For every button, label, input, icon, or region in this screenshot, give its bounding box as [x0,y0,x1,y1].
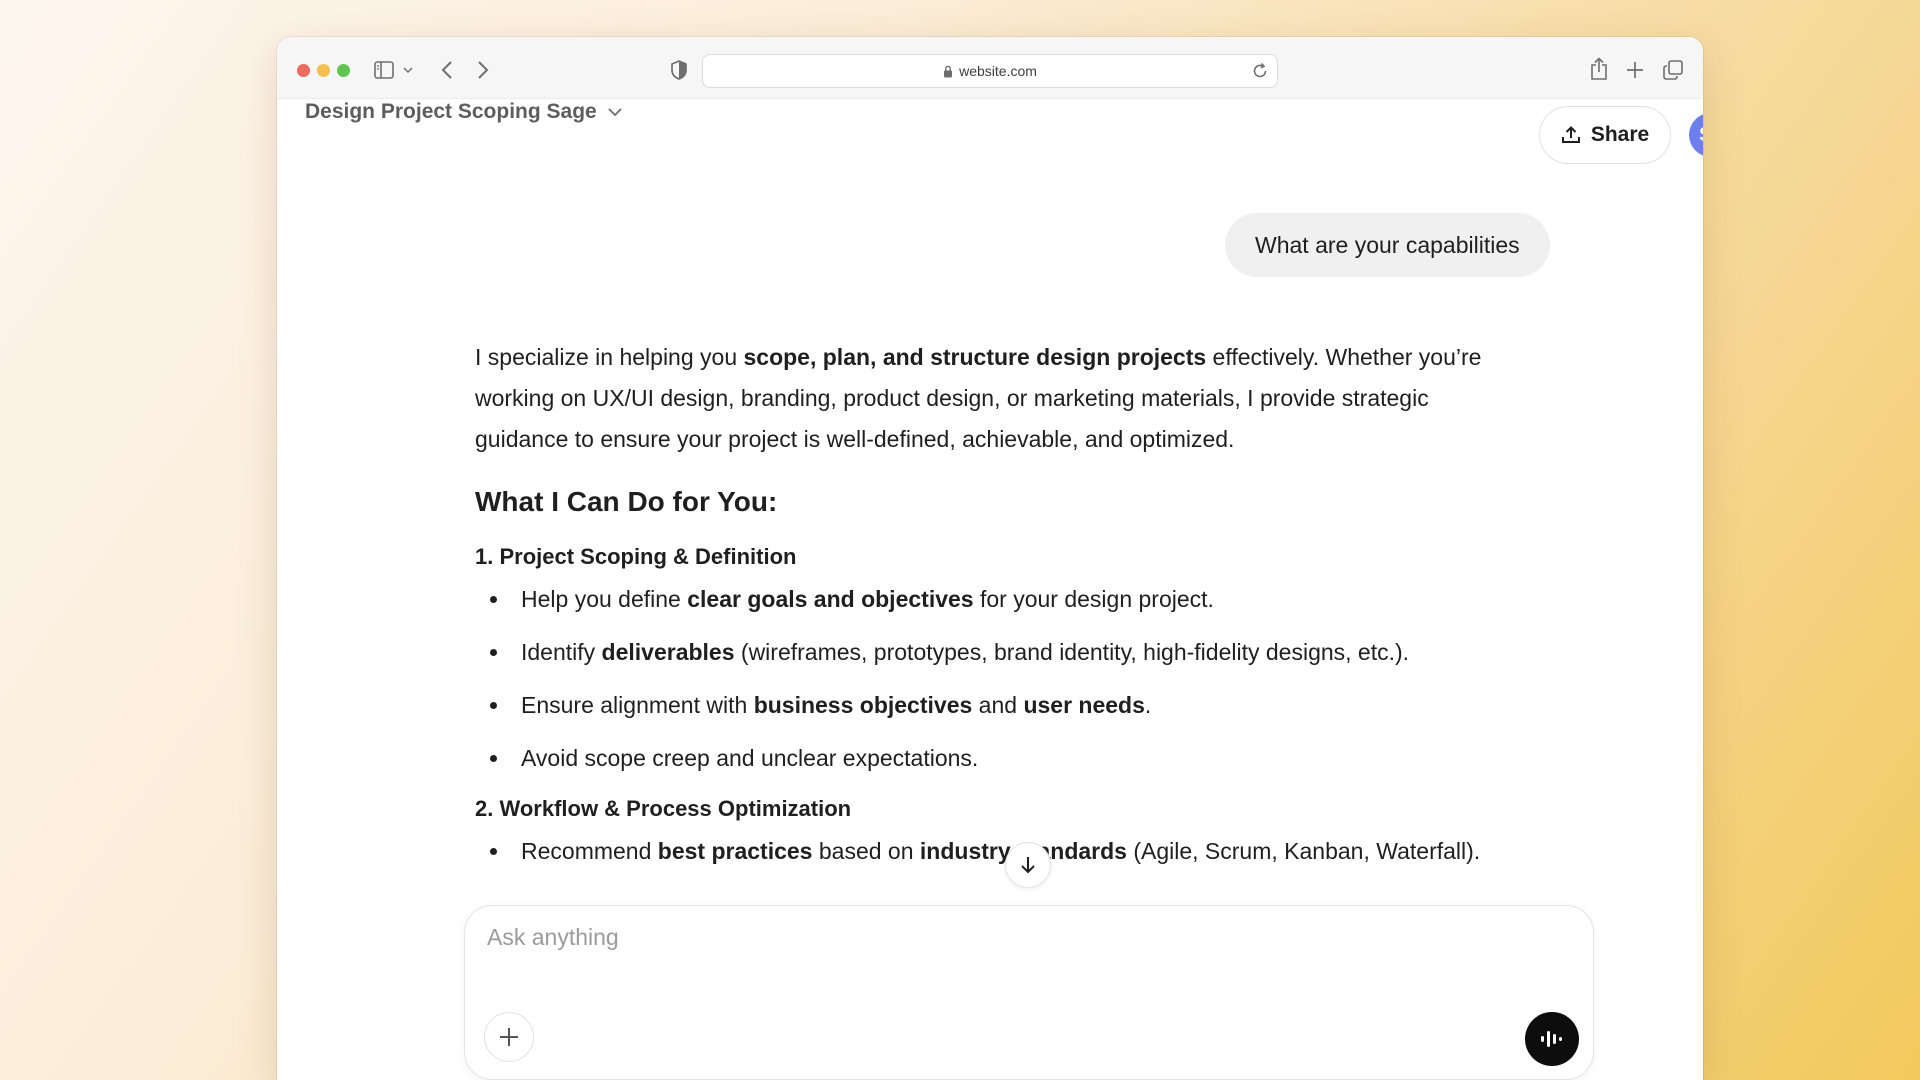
attach-button[interactable] [484,1012,534,1062]
share-sheet-icon[interactable] [1587,55,1611,83]
share-label: Share [1590,123,1650,146]
tab-overview-icon[interactable] [1661,58,1685,82]
message-composer [464,905,1594,1080]
section-heading: What I Can Do for You: [475,486,778,517]
list-item: Help you define clear goals and objectiv… [475,584,1495,614]
page-title: Design Project Scoping Sage [305,100,597,123]
intro-bold: scope, plan, and structure design projec… [743,344,1207,370]
subsection-title-2: 2. Workflow & Process Optimization [475,796,852,821]
intro-text: I specialize in helping you [475,344,744,370]
subsection-title-1: 1. Project Scoping & Definition [475,544,797,569]
sidebar-icon[interactable] [373,59,395,81]
new-tab-icon[interactable] [1624,59,1646,81]
user-message-text: What are your capabilities [1255,231,1520,258]
capability-list-1: Help you define clear goals and objectiv… [475,584,1495,773]
close-window-button[interactable] [297,64,310,77]
user-message-bubble: What are your capabilities [1225,213,1550,277]
url-text: website.com [959,63,1037,79]
assistant-message: I specialize in helping you scope, plan,… [475,337,1495,889]
list-item: Avoid scope creep and unclear expectatio… [475,743,1495,773]
list-item: Recommend best practices based on indust… [475,836,1495,866]
share-button[interactable]: Share [1539,106,1671,164]
privacy-shield-icon[interactable] [668,59,690,81]
voice-mode-button[interactable] [1525,1012,1579,1066]
minimize-window-button[interactable] [317,64,330,77]
gpt-title-menu[interactable]: Design Project Scoping Sage [305,97,623,127]
list-item: Identify deliverables (wireframes, proto… [475,637,1495,667]
browser-window: website.com Design Project Scoping Sage … [277,37,1703,1080]
upload-icon [1561,125,1581,145]
back-icon[interactable] [435,58,459,82]
avatar-initial: S [1699,124,1703,147]
plus-icon [498,1026,520,1048]
reload-icon[interactable] [1251,62,1269,80]
capability-list-2: Recommend best practices based on indust… [475,836,1495,866]
intro-paragraph: I specialize in helping you scope, plan,… [475,337,1495,460]
message-input[interactable] [487,924,1387,951]
voice-waveform-icon [1539,1028,1565,1050]
forward-icon[interactable] [471,58,495,82]
browser-toolbar: website.com [277,37,1703,99]
list-item: Ensure alignment with business objective… [475,690,1495,720]
address-bar[interactable]: website.com [702,54,1278,88]
scroll-to-bottom-button[interactable] [1005,842,1051,888]
arrow-down-icon [1019,855,1037,875]
zoom-window-button[interactable] [337,64,350,77]
lock-icon [943,65,953,78]
chevron-down-icon[interactable] [401,61,415,79]
chevron-down-icon [607,107,623,117]
